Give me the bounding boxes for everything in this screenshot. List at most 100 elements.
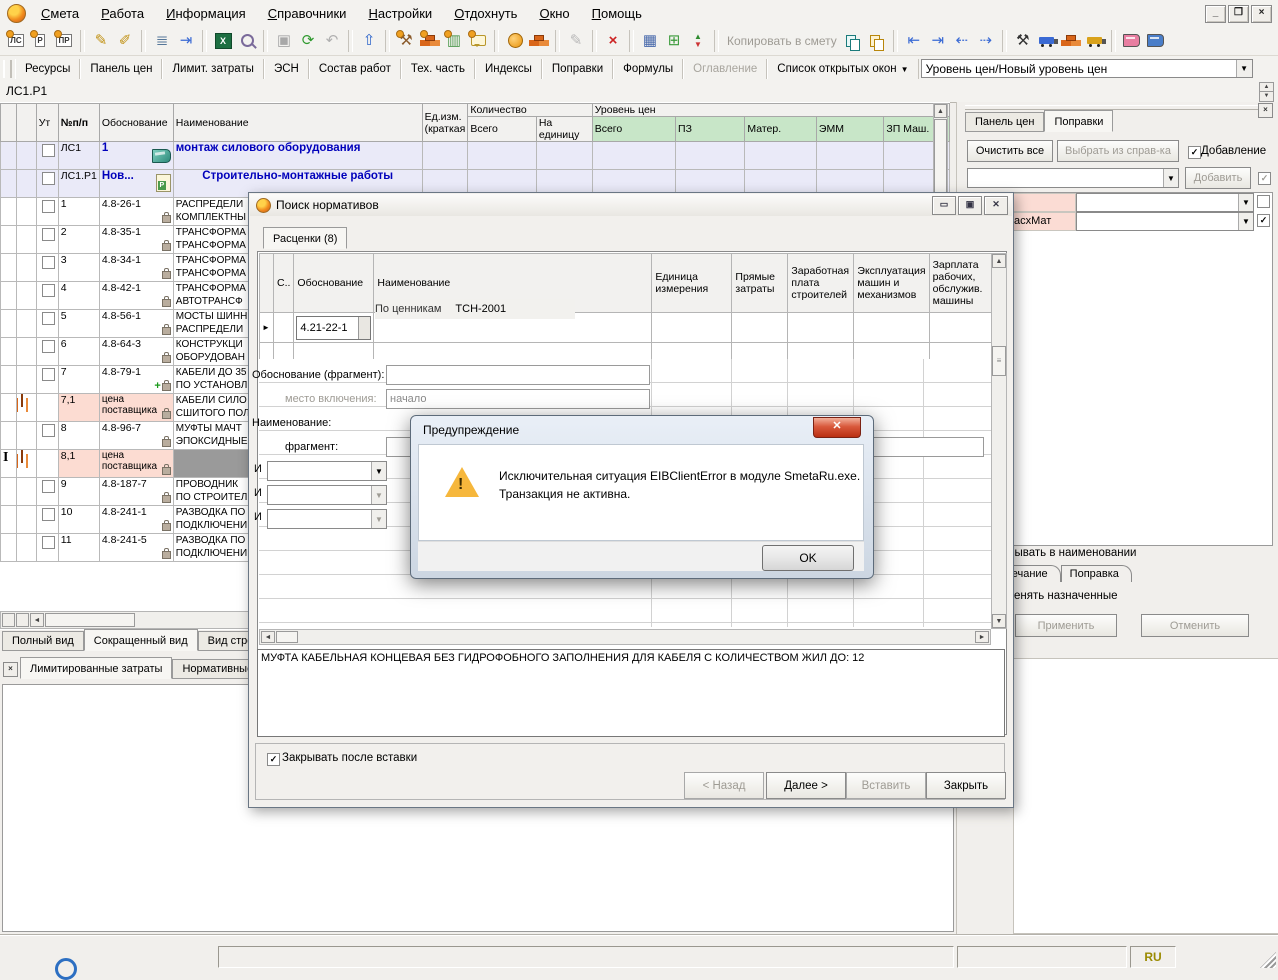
dlg-scroll-up-icon[interactable]: ▲ [992, 254, 1006, 268]
cell-marker[interactable] [16, 170, 36, 198]
cell-cursor[interactable] [1, 422, 17, 450]
cell-check[interactable] [36, 310, 58, 338]
cell-basis[interactable]: 4.8-96-7 [99, 422, 173, 450]
cell-marker[interactable] [16, 310, 36, 338]
cell-num[interactable]: 5 [58, 310, 99, 338]
hscroll-thumb[interactable] [45, 613, 135, 627]
keyboard-layout-indicator[interactable]: RU [1130, 946, 1176, 968]
tab-6[interactable]: Индексы [475, 59, 542, 79]
clear-all-button[interactable]: Очистить все [967, 140, 1053, 162]
row-checkbox[interactable] [42, 424, 55, 437]
cell-basis[interactable]: 4.8-64-3 [99, 338, 173, 366]
cell-basis[interactable]: 4.8-79-1+ [99, 366, 173, 394]
chevron-down-icon[interactable]: ▼ [1238, 194, 1253, 211]
cell-cursor[interactable] [1, 506, 17, 534]
cell-cursor[interactable] [1, 366, 17, 394]
dialog-hscrollbar[interactable]: ◄ ► [259, 629, 991, 645]
row-checkbox[interactable] [42, 312, 55, 325]
dlg-scroll-down-icon[interactable]: ▼ [992, 614, 1006, 628]
scroll-left-icon[interactable]: ◄ [30, 613, 44, 627]
dlg-cell[interactable] [854, 313, 929, 343]
cell-basis[interactable]: 4.8-187-7 [99, 478, 173, 506]
work-resources-icon[interactable]: ⚒ [1011, 29, 1035, 53]
split-box2[interactable] [16, 613, 29, 627]
book-pink-icon[interactable] [1120, 29, 1144, 53]
row-checkbox[interactable] [42, 480, 55, 493]
cell-check[interactable] [36, 506, 58, 534]
cell-marker[interactable] [16, 534, 36, 562]
row-checkbox[interactable] [42, 172, 55, 185]
close-right-panel-icon[interactable]: × [1258, 103, 1273, 118]
correction-combo[interactable]: ▼ [1076, 212, 1254, 231]
description-box[interactable]: МУФТА КАБЕЛЬНАЯ КОНЦЕВАЯ БЕЗ ГИДРОФОБНОГ… [257, 649, 1005, 737]
shift-left-icon[interactable]: ⇠ [950, 29, 974, 53]
basis-editor[interactable]: 4.21-22-1 [296, 316, 371, 340]
cell-num[interactable]: 4 [58, 282, 99, 310]
chevron-down-icon[interactable]: ▼ [1236, 60, 1252, 77]
close-button[interactable]: × [1251, 5, 1272, 23]
cell-cursor[interactable] [1, 170, 17, 198]
dlg-scroll-left-icon[interactable]: ◄ [261, 631, 275, 643]
machines-icon[interactable]: ▥ [442, 29, 466, 53]
indent-icon[interactable]: ⇥ [926, 29, 950, 53]
dlg-cell[interactable] [788, 313, 854, 343]
add-position-icon[interactable]: ✎ [89, 29, 113, 53]
cell-check[interactable] [36, 170, 58, 198]
chevron-down-icon[interactable]: ▼ [371, 510, 386, 528]
basis-fragment-field[interactable] [386, 365, 650, 385]
cell-basis[interactable]: 4.8-35-1 [99, 226, 173, 254]
menu-item-1[interactable]: Работа [90, 3, 155, 24]
tab-0[interactable]: Ресурсы [15, 59, 80, 79]
and-combo-1[interactable]: ▼ [267, 485, 387, 505]
cell-num[interactable]: ЛС1.Р1 [58, 170, 99, 198]
dialog-maximize-icon[interactable]: ▣ [958, 196, 982, 215]
view-tab-1[interactable]: Сокращенный вид [84, 629, 198, 651]
menu-item-2[interactable]: Информация [155, 3, 257, 24]
cell-check[interactable] [36, 534, 58, 562]
del-position-icon[interactable]: ✐ [113, 29, 137, 53]
menu-item-4[interactable]: Настройки [357, 3, 443, 24]
right-tab-1[interactable]: Поправки [1044, 110, 1113, 132]
cell-cursor[interactable] [1, 254, 17, 282]
chevron-down-icon[interactable]: ▼ [371, 462, 386, 480]
tab-8[interactable]: Формулы [613, 59, 683, 79]
editor-button[interactable] [358, 317, 370, 339]
pr-button[interactable]: ПР [52, 29, 76, 53]
ok-button[interactable]: OK [762, 545, 854, 571]
row-checkbox[interactable] [42, 368, 55, 381]
cell-check[interactable] [36, 450, 58, 478]
cell-basis[interactable]: цена поставщика [99, 450, 173, 478]
resize-grip[interactable] [1260, 952, 1276, 968]
cell-check[interactable] [36, 478, 58, 506]
undo-icon[interactable]: ↶ [320, 29, 344, 53]
cell-check[interactable] [36, 366, 58, 394]
tree-move-icon[interactable]: ⇥ [174, 29, 198, 53]
apply-button[interactable]: Применить [1015, 614, 1117, 637]
cell-check[interactable] [36, 282, 58, 310]
cell-marker[interactable] [16, 366, 36, 394]
cell-marker[interactable] [16, 478, 36, 506]
tab-1[interactable]: Панель цен [80, 59, 162, 79]
tab-5[interactable]: Тех. часть [401, 59, 475, 79]
pricebook-value[interactable]: ТСН-2001 [455, 303, 506, 315]
comment-icon[interactable] [466, 29, 490, 53]
cell-marker[interactable] [16, 282, 36, 310]
tab-2[interactable]: Лимит. затраты [162, 59, 263, 79]
search-icon[interactable] [235, 29, 259, 53]
correction-checkbox[interactable] [1257, 214, 1270, 227]
cell-value[interactable] [536, 142, 592, 170]
spin-down-icon[interactable]: ▼ [1259, 91, 1274, 102]
next-button[interactable]: Далее > [766, 772, 846, 799]
cell-marker[interactable] [16, 254, 36, 282]
cell-cursor[interactable] [1, 478, 17, 506]
ls-button[interactable]: ЛС [4, 29, 28, 53]
cell-value[interactable] [745, 142, 817, 170]
outdent-icon[interactable]: ⇤ [902, 29, 926, 53]
dialog-title-bar[interactable]: Поиск нормативов ▭ ▣ ✕ [250, 194, 1012, 216]
back-button[interactable]: < Назад [684, 772, 764, 799]
cell-marker[interactable] [16, 422, 36, 450]
tab-rates[interactable]: Расценки (8) [263, 227, 347, 249]
view-tab-0[interactable]: Полный вид [2, 631, 84, 651]
and-combo-2[interactable]: ▼ [267, 509, 387, 529]
cell-basis[interactable]: 4.8-42-1 [99, 282, 173, 310]
